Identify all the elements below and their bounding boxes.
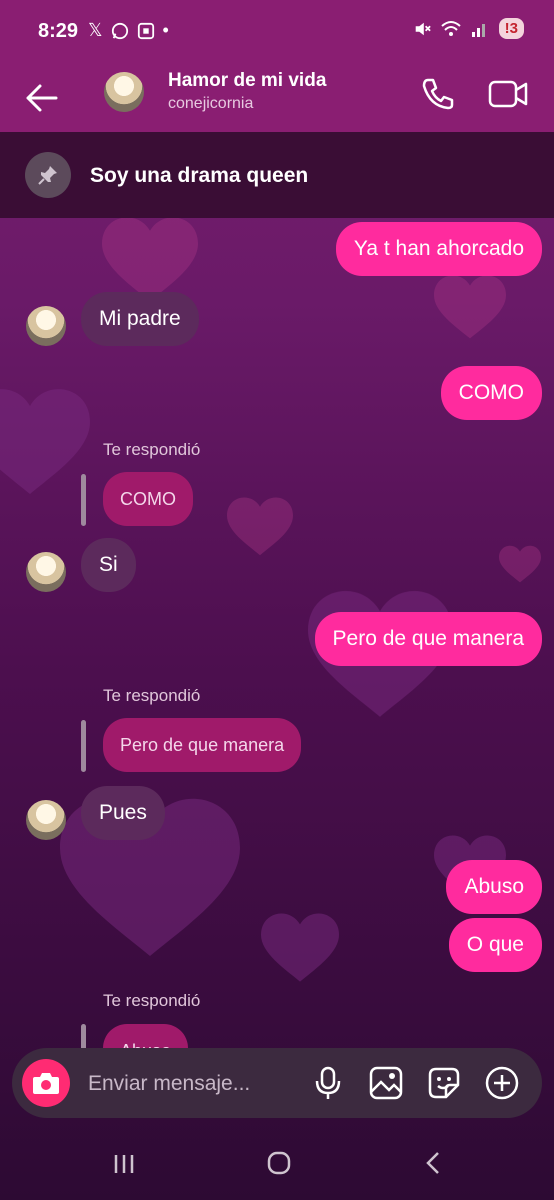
message-composer (12, 1048, 542, 1120)
reply-indicator (81, 720, 86, 772)
status-time: 8:29 (38, 20, 79, 42)
contact-avatar-small[interactable] (26, 800, 66, 840)
phone-icon[interactable] (420, 76, 456, 112)
home-icon[interactable] (259, 1149, 299, 1179)
reply-label: Te respondió (103, 991, 201, 1010)
message-input[interactable] (86, 1048, 290, 1120)
replied-message[interactable]: COMO (103, 472, 193, 526)
status-bar: 8:29 𝕏 • !3 (0, 0, 554, 66)
contact-avatar-small[interactable] (26, 552, 66, 592)
whatsapp-icon (111, 22, 128, 39)
recent-apps-icon[interactable] (104, 1149, 144, 1179)
contact-username[interactable]: conejicornia (168, 95, 253, 113)
outgoing-message[interactable]: O que (448, 918, 542, 972)
pinned-text: Soy una drama queen (90, 164, 309, 187)
signal-icon (471, 23, 485, 37)
back-icon[interactable] (414, 1149, 454, 1179)
back-arrow-icon[interactable] (24, 80, 60, 116)
message-list[interactable]: Ya t han ahorcado Mi padre COMO Te respo… (0, 218, 554, 1048)
incoming-message[interactable]: Mi padre (81, 292, 199, 346)
system-navigation-bar (0, 1125, 554, 1200)
dot-icon: • (162, 20, 169, 40)
replied-message[interactable]: Abuso (103, 1024, 189, 1048)
wifi-icon (440, 20, 461, 36)
outgoing-message[interactable]: Abuso (446, 860, 542, 914)
sticker-icon[interactable] (426, 1065, 462, 1101)
reply-label: Te respondió (103, 440, 201, 459)
chat-header: Hamor de mi vida conejicornia (0, 66, 554, 132)
microphone-icon[interactable] (310, 1065, 346, 1101)
outgoing-message[interactable]: Ya t han ahorcado (335, 222, 542, 276)
contact-avatar-small[interactable] (26, 306, 66, 346)
gallery-icon[interactable] (368, 1065, 404, 1101)
x-icon: 𝕏 (88, 20, 103, 40)
mute-icon (415, 22, 431, 35)
camera-icon (33, 1073, 59, 1094)
outgoing-message[interactable]: Pero de que manera (314, 612, 542, 666)
pinned-message-banner[interactable]: Soy una drama queen (0, 132, 554, 218)
reply-indicator (81, 1024, 86, 1048)
outgoing-message[interactable]: COMO (440, 366, 542, 420)
camera-button[interactable] (22, 1059, 70, 1107)
alert-badge: !3 (498, 18, 524, 39)
reply-label: Te respondió (103, 686, 201, 705)
replied-message[interactable]: Pero de que manera (103, 718, 302, 772)
reply-indicator (81, 474, 86, 526)
incoming-message[interactable]: Pues (81, 786, 165, 840)
contact-name[interactable]: Hamor de mi vida (168, 70, 326, 92)
video-camera-icon[interactable] (488, 76, 528, 112)
pin-icon (25, 152, 71, 198)
screen-record-icon (137, 22, 154, 39)
plus-icon[interactable] (484, 1065, 520, 1101)
incoming-message[interactable]: Si (81, 538, 136, 592)
contact-avatar[interactable] (104, 72, 144, 112)
